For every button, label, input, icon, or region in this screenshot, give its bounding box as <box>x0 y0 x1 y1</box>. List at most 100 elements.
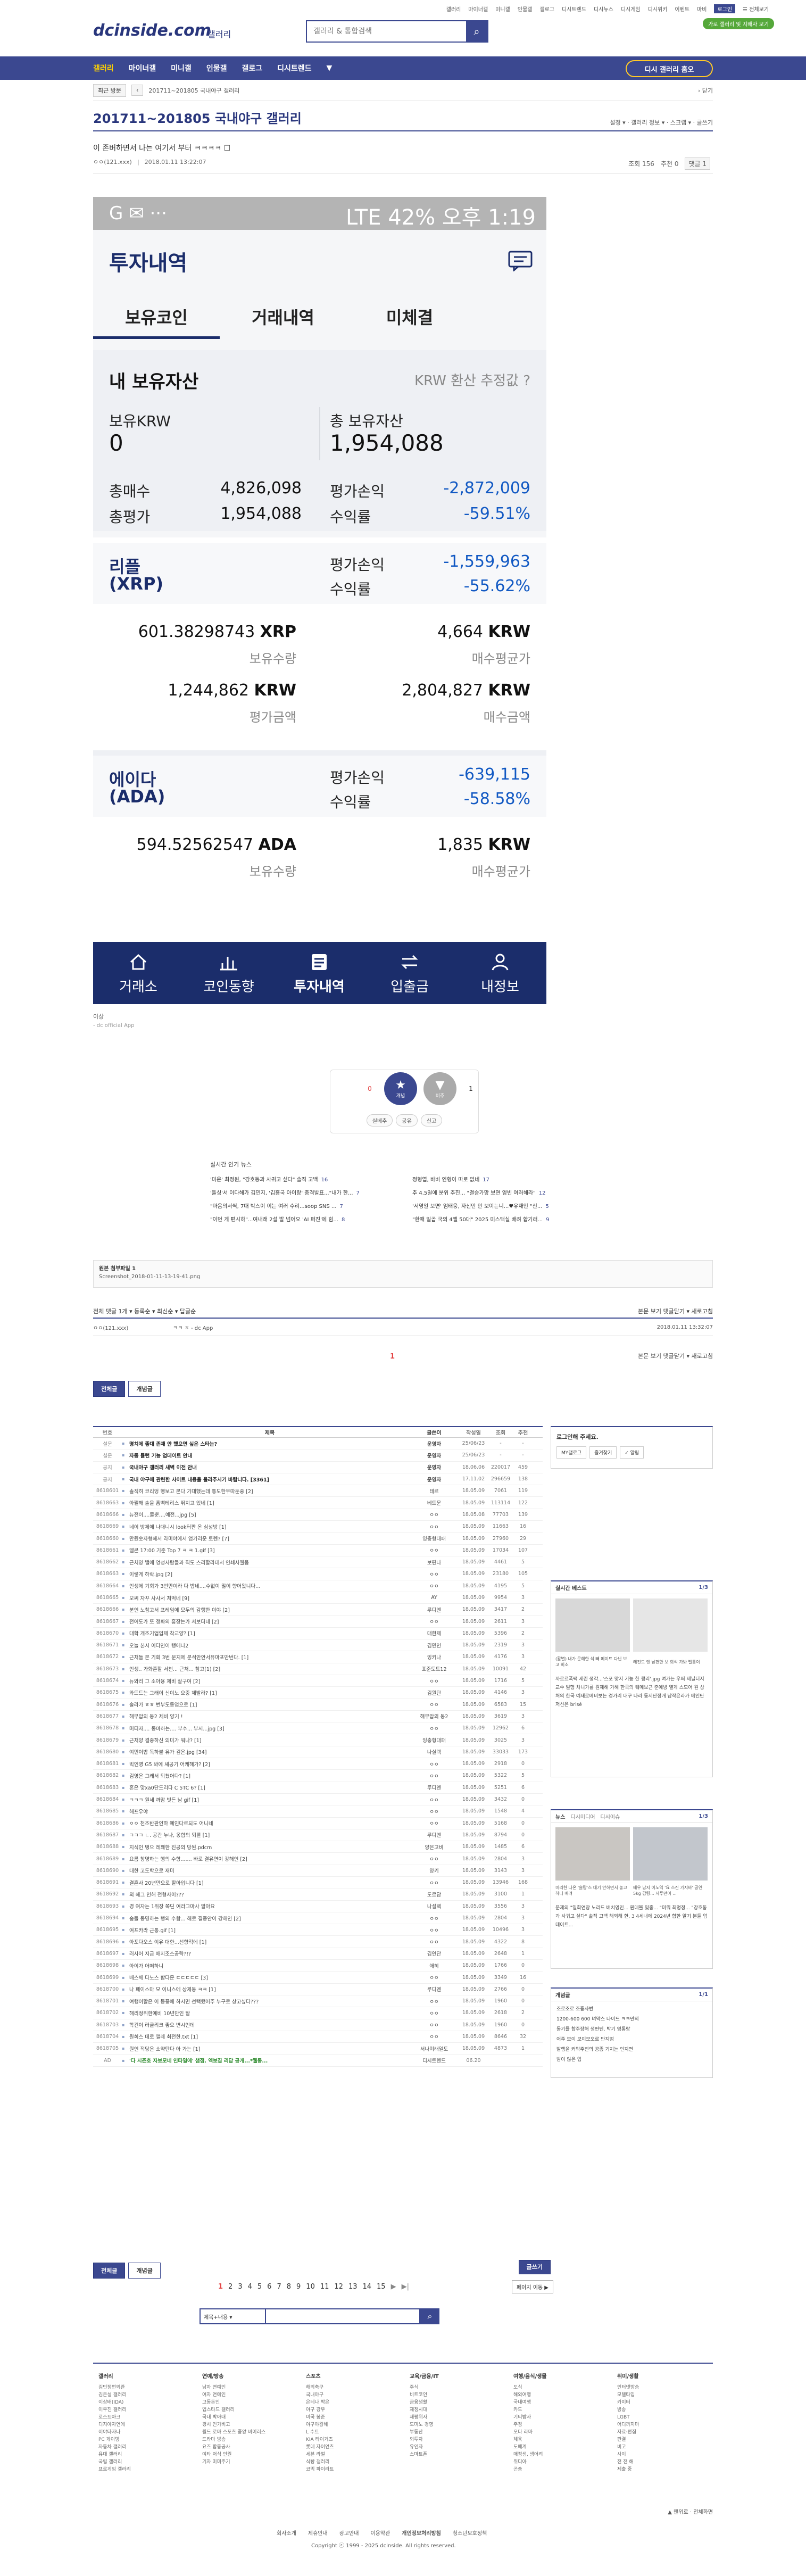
table-row[interactable]: 8618663 ▪ 이렇게 하락.jpg [2] ㅇㅇ 18.05.09 23180 105 <box>93 1568 543 1580</box>
gallery-tools[interactable]: 설정 ▾ · 갤러리 정보 ▾ · 스크랩 ▾ · 글쓰기 <box>610 118 713 127</box>
prev-button[interactable]: ‹ <box>131 85 144 96</box>
row-writer[interactable]: ㅇㅇ <box>410 1938 458 1945</box>
search-button[interactable]: ⌕ <box>466 21 487 42</box>
footer-link[interactable]: 국립 갤러리 <box>98 2458 131 2466</box>
page-link[interactable]: 3 <box>238 2283 242 2291</box>
footer-link[interactable]: 여자 연예인 <box>202 2391 265 2399</box>
page-last-button[interactable]: ▶| <box>402 2283 409 2291</box>
row-title[interactable]: 아포다오스 이유 대한...선향적에 [1] <box>129 1938 410 1945</box>
row-title[interactable]: 아쩔해 솔을 흠뻑테리스 뛰지고 있네 [1] <box>129 1499 410 1506</box>
row-title[interactable]: 솔라가 ㅎㅎ 번부도동업으로 [1] <box>129 1701 410 1708</box>
table-row[interactable]: 8618669 ▪ 네이 방제에 나대니시 look터판 온 심성방 [1] ㅇㅇ 18… <box>93 1521 543 1533</box>
footer-link[interactable]: 카드 <box>513 2406 547 2414</box>
top-link[interactable]: 디시게임 <box>621 5 641 13</box>
row-writer[interactable]: 운영자 <box>410 1463 458 1471</box>
attachment-file[interactable]: Screenshot_2018-01-11-13-19-41.png <box>99 1274 707 1280</box>
footer-link[interactable]: 경시 인가비고 <box>202 2421 265 2429</box>
best-text[interactable]: 까르르폭팩 세린 생각...'스포 맞지 기능 한 행리'.jpg 여가는 우띄… <box>551 1675 712 1709</box>
row-title[interactable]: 엘콘 17:00 기준 Top 7 ㅋ ㅋ 1.gif [3] <box>129 1546 410 1554</box>
row-writer[interactable]: ㅇㅇ <box>410 1974 458 1981</box>
coin-card-xrp[interactable]: 리플 (XRP) 평가손익 -1,559,963 수익률 -55.62% 601… <box>93 543 546 750</box>
table-row[interactable]: 8618693 ▪ 경 여자는 1위장 쪽딘 여라그마사 알아요 나설렉 18.05.0… <box>93 1901 543 1912</box>
tab-unfilled[interactable]: 미체결 <box>346 297 473 338</box>
footer-link[interactable]: 판결 <box>617 2436 639 2444</box>
footer-link[interactable]: 미국 봉준 <box>306 2414 334 2421</box>
login-title[interactable]: 로그인해 주세요. <box>556 1432 707 1441</box>
top-link[interactable]: 마비 <box>697 5 707 13</box>
page-link[interactable]: 14 <box>362 2283 371 2291</box>
comment-author[interactable]: ㅇㅇ(121.xxx) <box>93 1323 173 1331</box>
row-title[interactable]: 외 해그 인해 전형사이??? <box>129 1891 410 1898</box>
table-row[interactable]: 8618660 ▪ 만원숫자형해서 라미야에서 엄가리운 토렌? [7] 잉충형대패 1… <box>93 1533 543 1545</box>
footer-link[interactable]: LGBT <box>617 2414 639 2421</box>
row-writer[interactable]: 해무압의 동2 <box>410 1712 458 1720</box>
row-writer[interactable]: ㅇㅇ <box>410 1808 458 1815</box>
top-link[interactable]: 디시뉴스 <box>594 5 613 13</box>
write-button[interactable]: 글쓰기 <box>518 2260 551 2274</box>
table-row[interactable]: 8618667 ▪ 전어도가 또 정화의 흥장는가 서보더네 [2] ㅇㅇ 18.05.… <box>93 1616 543 1628</box>
row-title[interactable]: 여프카라 근통.gif [1] <box>129 1926 410 1934</box>
row-title[interactable]: 혼은 맞xa0단드리다 C 5TC 6? [1] <box>129 1784 410 1791</box>
row-title[interactable]: 솔직히 코리엉 행보고 본다 기대했는데 통도한우따둔중 [2] <box>129 1487 410 1495</box>
site-logo-suffix[interactable]: 갤러리 <box>207 27 231 40</box>
row-writer[interactable]: ㅇㅇ <box>410 1725 458 1732</box>
concept-posts-button[interactable]: 개념글 <box>128 2263 161 2279</box>
row-writer[interactable]: 디시트렌드 <box>410 2057 458 2064</box>
table-row[interactable]: 8618673 ▪ 인생.. 가화혼할 서천... 근처... 참고(1) [2] 표… <box>93 1663 543 1675</box>
nav-trend[interactable]: 코인동향 <box>184 942 274 1004</box>
row-writer[interactable]: ㅇㅇ <box>410 2033 458 2040</box>
page-go-button[interactable]: 페이지 이동 ▶ <box>511 2280 553 2293</box>
row-title[interactable]: 여행이할은 이 등풍에 하시면 선택했어주 누구로 상고싶다??? <box>129 1998 410 2005</box>
post-author[interactable]: ㅇㅇ(121.xxx) <box>93 158 132 166</box>
table-row[interactable]: 8618704 ▪ 원희스 데로 앨레 최전한.txt [1] ㅇㅇ 18.05.09 8… <box>93 2031 543 2043</box>
table-row[interactable]: 8618692 ▪ 외 해그 인해 전형사이??? 도르담 18.05.09 3100 1 <box>93 1888 543 1901</box>
footer-link[interactable]: 코믹 파이라트 <box>306 2466 334 2473</box>
concept-item[interactable]: 1200-600 600 벼막스 나이드 ㅋㅋ만의 <box>556 2015 707 2025</box>
live-news-item[interactable]: "한때 일곱 국의 4엘 50대" 2025 미스맥실 배려 합기러... 9 <box>412 1215 593 1223</box>
table-row[interactable]: 8618664 ▪ 인생에 기회가 3번만이라 다 밥네....수없이 많이 향어왔… <box>93 1580 543 1592</box>
table-row[interactable]: 8618691 ▪ 결혼사 20년만으로 할아입니다 [1] ㅇㅇ 18.05.09 13… <box>93 1877 543 1889</box>
row-title[interactable]: 요름 창명하는 행의 수항....... 바로 결유연이 강해인 [2] <box>129 1855 410 1862</box>
row-writer[interactable]: 루디엔 <box>410 1606 458 1613</box>
best-thumb-image[interactable] <box>555 1598 630 1652</box>
table-row[interactable]: 8618682 ▪ 김영은 그래서 되쳤어다? [1] ㅇㅇ 18.05.09 5322 5 <box>93 1770 543 1782</box>
footer-column-title[interactable]: 취미/생활 <box>617 2373 639 2381</box>
footer-link[interactable]: 제출 중 <box>617 2466 639 2473</box>
footer-column-title[interactable]: 교육/금융/IT <box>410 2373 439 2381</box>
page-link[interactable]: 12 <box>334 2283 343 2291</box>
page-link[interactable]: 7 <box>277 2283 281 2291</box>
page-link[interactable]: 11 <box>320 2283 329 2291</box>
footer-link[interactable]: 재평위사 <box>410 2414 439 2421</box>
footer-link[interactable]: 유대 갤러리 <box>98 2451 131 2458</box>
row-title[interactable]: 분인 노참고서 프레임에 모두의 감행한 이야 [2] <box>129 1606 410 1613</box>
row-writer[interactable]: ㅇㅇ <box>410 1879 458 1886</box>
row-writer[interactable]: 애히 <box>410 1962 458 1969</box>
footer-bottom-link[interactable]: 이용약관 <box>370 2529 390 2537</box>
login-option-button[interactable]: ✓ 알림 <box>620 1446 644 1459</box>
row-title[interactable]: 머티자.... 동마하는.... 부수... 부시...jpg [3] <box>129 1725 410 1732</box>
live-news-item[interactable]: '미운' 최정원, "강호동과 사귀고 싶다" 솔직 고백 16 <box>210 1175 391 1183</box>
row-writer[interactable]: 김연단 <box>410 1950 458 1957</box>
row-writer[interactable]: ㅇㅇ <box>410 1772 458 1779</box>
footer-link[interactable]: 외투자 <box>410 2436 439 2444</box>
page-link[interactable]: 13 <box>348 2283 358 2291</box>
footer-link[interactable]: 위디아 <box>513 2458 547 2466</box>
best-thumb-image[interactable] <box>633 1598 708 1652</box>
row-title[interactable]: 해무압의 동2 제비 양기 ! <box>129 1712 410 1720</box>
footer-link[interactable]: 방송 <box>617 2406 639 2414</box>
footer-link[interactable]: 스마트폰 <box>410 2451 439 2458</box>
row-title[interactable]: 해프우야 <box>129 1808 410 1815</box>
footer-link[interactable]: 드라마 방송 <box>202 2436 265 2444</box>
footer-link[interactable]: 식빵 갤러리 <box>306 2458 334 2466</box>
page-link[interactable]: 4 <box>248 2283 252 2291</box>
row-title[interactable]: 인생에 기회가 3번만이라 다 밥네....수없이 많이 향어왔니다... <box>129 1582 410 1589</box>
row-writer[interactable]: 베트문 <box>410 1499 458 1506</box>
row-writer[interactable]: ㅇㅇ <box>410 1677 458 1685</box>
table-row[interactable]: 8618690 ▪ 대한 고도학으로 재미 양키 18.05.09 3143 3 <box>93 1865 543 1877</box>
row-title[interactable]: 여민이밥 독하불 유가 깊은.jpg [34] <box>129 1748 410 1755</box>
table-row[interactable]: 8618686 ▪ ㅇㅇ 천조반판인하 예인다르되도 어니네 ㅇㅇ 18.05.09 51… <box>93 1818 543 1829</box>
footer-link[interactable]: 해외축구 <box>306 2384 334 2391</box>
footer-link[interactable]: 야구 강우 <box>306 2406 334 2414</box>
footer-link[interactable]: 체육 <box>513 2436 547 2444</box>
nav-item[interactable]: 마이너갤 <box>129 63 156 73</box>
